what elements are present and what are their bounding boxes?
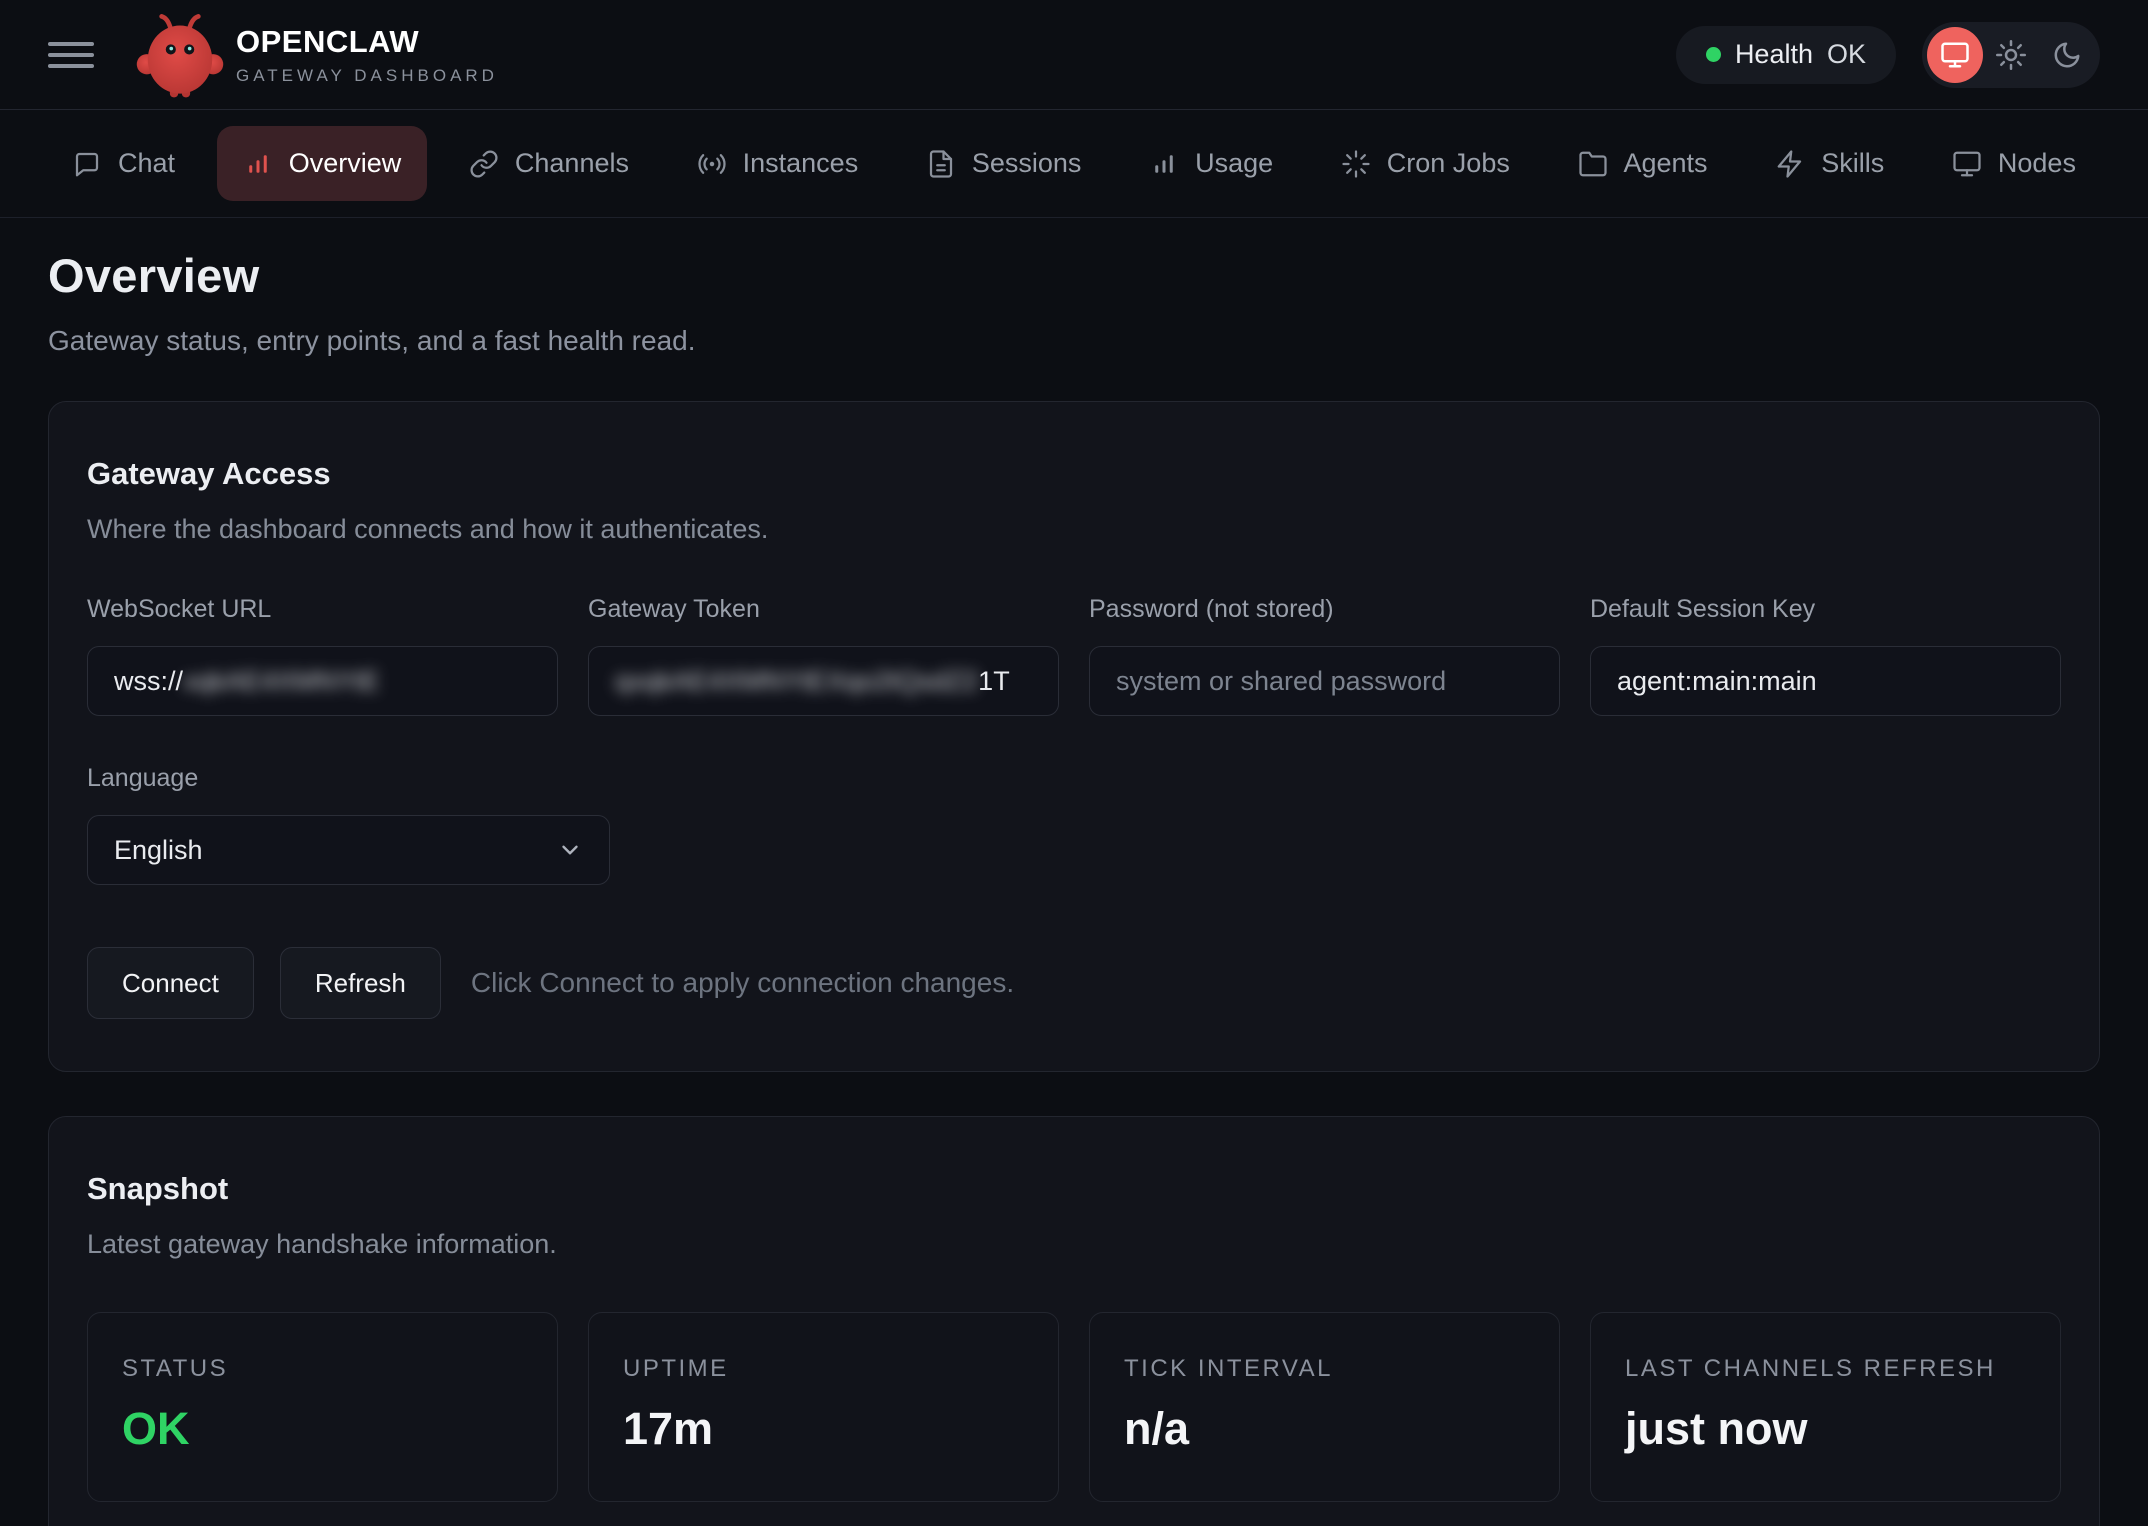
page-title: Overview [48,248,2100,303]
tab-label: Chat [118,148,175,179]
chat-icon [72,149,102,179]
card-subtitle: Latest gateway handshake information. [87,1229,2061,1260]
folder-icon [1578,149,1608,179]
password-label: Password (not stored) [1089,595,1560,624]
tab-label: Skills [1821,148,1884,179]
websocket-url-input[interactable]: wss://xqkAE4XMNYtE [87,646,558,716]
websocket-url-field: WebSocket URL wss://xqkAE4XMNYtE [87,595,558,716]
tab-sessions[interactable]: Sessions [900,126,1108,201]
password-field: Password (not stored) [1089,595,1560,716]
stat-label: LAST CHANNELS REFRESH [1625,1355,2026,1383]
monitor-icon [1940,40,1970,70]
tab-nodes[interactable]: Nodes [1926,126,2102,201]
websocket-url-label: WebSocket URL [87,595,558,624]
language-value: English [114,835,203,866]
session-key-input[interactable] [1590,646,2061,716]
stat-value: OK [122,1403,523,1455]
refresh-button[interactable]: Refresh [280,947,441,1019]
gateway-access-card: Gateway Access Where the dashboard conne… [48,401,2100,1072]
chevron-down-icon [557,837,583,863]
tab-label: Channels [515,148,629,179]
tab-overview[interactable]: Overview [217,126,428,201]
stat-value: 17m [623,1403,1024,1455]
tab-label: Sessions [972,148,1082,179]
tab-usage[interactable]: Usage [1123,126,1299,201]
gateway-token-redacted: qxqkAE4XMNYtEXqo2tQsdZ2 [615,666,978,697]
monitor-icon [1952,149,1982,179]
file-text-icon [926,149,956,179]
tab-instances[interactable]: Instances [671,126,885,201]
card-title: Gateway Access [87,456,2061,492]
main-nav: Chat Overview Channels Instances Session… [0,110,2148,218]
language-field: Language English [87,764,610,885]
gateway-token-suffix: 1T [978,666,1010,697]
health-status: OK [1827,39,1866,70]
snapshot-card: Snapshot Latest gateway handshake inform… [48,1116,2100,1526]
session-key-field: Default Session Key [1590,595,2061,716]
password-input[interactable] [1089,646,1560,716]
bar-chart-icon [243,149,273,179]
gateway-token-field: Gateway Token qxqkAE4XMNYtEXqo2tQsdZ21T [588,595,1059,716]
loader-icon [1341,149,1371,179]
stat-label: UPTIME [623,1355,1024,1383]
tab-label: Usage [1195,148,1273,179]
language-select[interactable]: English [87,815,610,885]
link-icon [469,149,499,179]
card-title: Snapshot [87,1171,2061,1207]
tab-agents[interactable]: Agents [1552,126,1734,201]
moon-icon [2052,40,2082,70]
theme-dark-button[interactable] [2039,27,2095,83]
stat-value: n/a [1124,1403,1525,1455]
connect-hint: Click Connect to apply connection change… [471,967,1014,999]
tab-label: Cron Jobs [1387,148,1510,179]
theme-switcher [1922,22,2100,88]
stat-status: STATUS OK [87,1312,558,1502]
mascot-logo [134,7,226,103]
stat-label: STATUS [122,1355,523,1383]
sun-icon [1996,40,2026,70]
gateway-token-label: Gateway Token [588,595,1059,624]
session-key-label: Default Session Key [1590,595,2061,624]
stat-label: TICK INTERVAL [1124,1355,1525,1383]
app-subtitle: GATEWAY DASHBOARD [236,66,498,86]
broadcast-icon [697,149,727,179]
websocket-url-redacted: xqkAE4XMNYtE [183,666,380,697]
language-label: Language [87,764,610,793]
page-subtitle: Gateway status, entry points, and a fast… [48,325,2100,357]
stat-uptime: UPTIME 17m [588,1312,1059,1502]
brand-block: OPENCLAW GATEWAY DASHBOARD [236,24,498,86]
tab-cron-jobs[interactable]: Cron Jobs [1315,126,1536,201]
tab-chat[interactable]: Chat [46,126,201,201]
stat-tick-interval: TICK INTERVAL n/a [1089,1312,1560,1502]
stat-last-channels-refresh: LAST CHANNELS REFRESH just now [1590,1312,2061,1502]
tab-label: Agents [1624,148,1708,179]
tab-label: Instances [743,148,859,179]
stat-value: just now [1625,1403,2026,1455]
card-subtitle: Where the dashboard connects and how it … [87,514,2061,545]
tab-label: Overview [289,148,402,179]
health-label: Health [1735,39,1813,70]
usage-bars-icon [1149,149,1179,179]
health-dot [1706,47,1721,62]
app-header: OPENCLAW GATEWAY DASHBOARD Health OK [0,0,2148,110]
tab-skills[interactable]: Skills [1749,126,1910,201]
websocket-url-prefix: wss:// [114,666,183,697]
theme-light-button[interactable] [1983,27,2039,83]
menu-icon[interactable] [48,38,94,72]
connect-button[interactable]: Connect [87,947,254,1019]
tab-channels[interactable]: Channels [443,126,655,201]
health-badge: Health OK [1676,26,1896,84]
gateway-token-input[interactable]: qxqkAE4XMNYtEXqo2tQsdZ21T [588,646,1059,716]
zap-icon [1775,149,1805,179]
tab-label: Nodes [1998,148,2076,179]
theme-system-button[interactable] [1927,27,1983,83]
app-title: OPENCLAW [236,24,498,60]
